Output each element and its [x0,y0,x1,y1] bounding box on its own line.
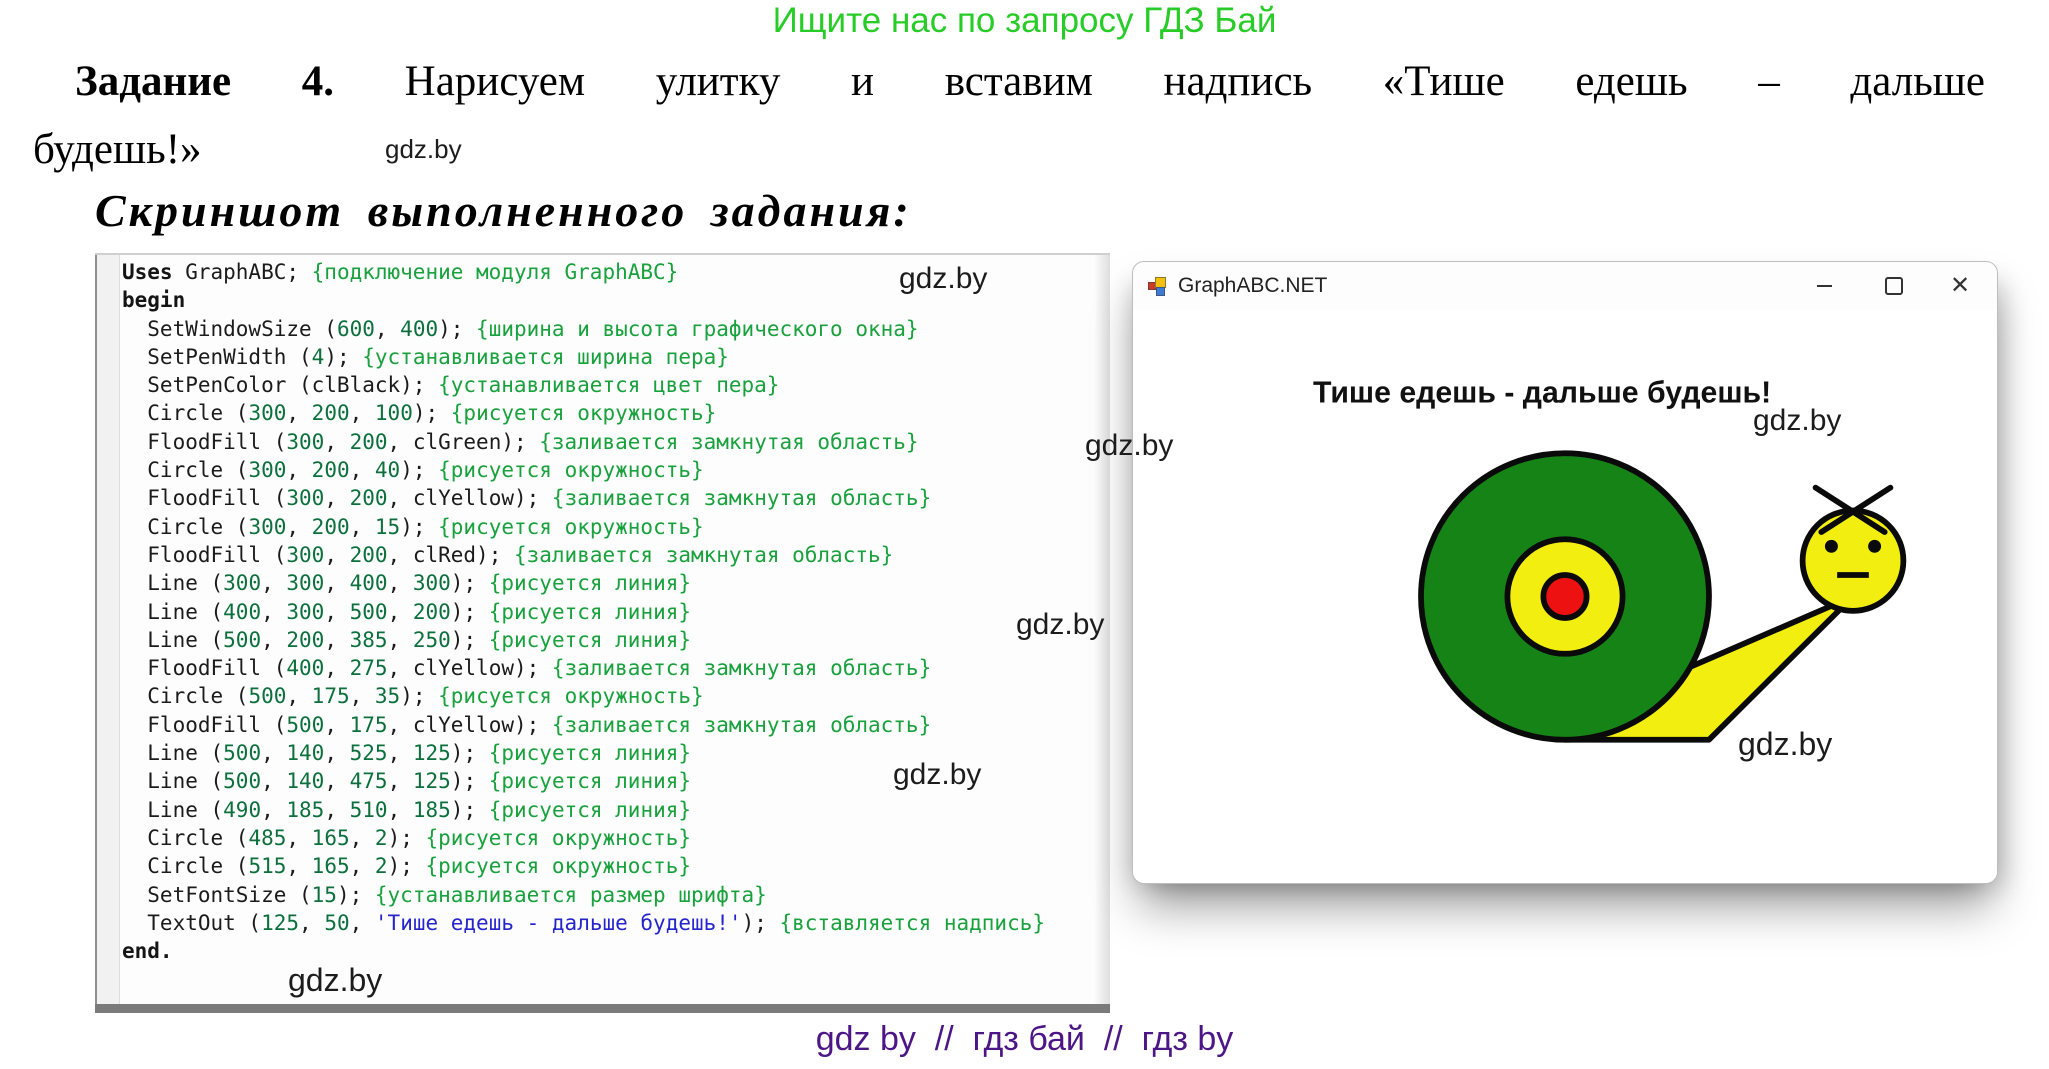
gdzby-watermark: gdz.by [1016,608,1105,641]
code-line: FloodFill (300, 200, clYellow); {заливае… [122,486,932,511]
code-line: FloodFill (300, 200, clRed); {заливается… [122,542,894,567]
code-line: FloodFill (500, 175, clYellow); {заливае… [122,712,932,737]
drawing-caption: Тише едешь - дальше будешь! [1313,376,1771,409]
task-number: Задание 4. [75,58,334,105]
close-icon: ✕ [1949,272,1971,299]
gdzby-watermark: gdz.by [899,262,988,295]
window-title: GraphABC.NET [1178,274,1328,297]
code-line: Circle (485, 165, 2); {рисуется окружнос… [122,825,692,850]
code-line: Line (490, 185, 510, 185); {рисуется лин… [122,797,692,822]
screenshot-subtitle: Скриншот выполненного задания: [95,185,912,236]
graph-canvas: Тише едешь - дальше будешь! [1133,310,1997,883]
code-line: end. [122,939,173,964]
code-line: Circle (300, 200, 15); {рисуется окружно… [122,514,704,539]
maximize-icon [1885,277,1903,295]
gdzby-watermark: gdz.by [893,758,982,791]
gdzby-watermark: gdz.by [1738,726,1833,762]
top-banner: Ищите нас по запросу ГДЗ Бай [772,1,1277,40]
task-paragraph: Задание 4. Нарисуем улитку и вставим над… [33,48,1985,184]
window-titlebar[interactable]: GraphABC.NET ✕ [1133,262,1997,310]
snail-drawing: Тише едешь - дальше будешь! [1313,376,1907,743]
code-line: SetWindowSize (600, 400); {ширина и высо… [122,316,919,341]
close-button[interactable]: ✕ [1929,262,1991,310]
graphabc-window: GraphABC.NET ✕ Тише едешь - дальше будеш… [1132,261,1998,884]
code-line: Line (400, 300, 500, 200); {рисуется лин… [122,599,692,624]
snail-head [1799,507,1907,614]
code-lines: Uses GraphABC; {подключение модуля Graph… [122,258,1045,965]
code-line: SetPenColor (clBlack); {устанавливается … [122,373,780,398]
code-line: Line (500, 200, 385, 250); {рисуется лин… [122,627,692,652]
footer-tags: gdz by // гдз бай // гдз by [815,1020,1234,1058]
code-line: SetPenWidth (4); {устанавливается ширина… [122,344,729,369]
icon-blue-square [1156,287,1165,296]
gdzby-watermark: gdz.by [1085,429,1174,462]
eye-right [1868,539,1882,553]
gdzby-watermark: gdz.by [288,962,383,998]
code-line: Circle (515, 165, 2); {рисуется окружнос… [122,854,692,879]
snail-shell-core [1540,572,1590,621]
minimize-icon [1816,285,1832,287]
code-line: FloodFill (300, 200, clGreen); {заливает… [122,429,919,454]
graphabc-app-icon[interactable] [1147,276,1167,296]
code-line: FloodFill (400, 275, clYellow); {заливае… [122,656,932,681]
task-line-1: Задание 4. Нарисуем улитку и вставим над… [33,48,1985,116]
gdzby-watermark: gdz.by [1753,404,1842,437]
code-line: Circle (300, 200, 100); {рисуется окружн… [122,401,717,426]
maximize-button[interactable] [1859,262,1929,310]
window-controls: ✕ [1789,262,1997,310]
code-line: SetFontSize (15); {устанавливается разме… [122,882,767,907]
task-text: Нарисуем улитку и вставим надпись «Тише … [404,58,1985,105]
editor-gutter [95,255,120,1004]
code-line: Circle (500, 175, 35); {рисуется окружно… [122,684,704,709]
code-editor-screenshot: Uses GraphABC; {подключение модуля Graph… [95,253,1110,1013]
gdzby-watermark: gdz.by [385,134,462,164]
code-line: Line (300, 300, 400, 300); {рисуется лин… [122,571,692,596]
task-line-2: будешь!» [33,126,202,173]
code-line: TextOut (125, 50, 'Тише едешь - дальше б… [122,910,1046,935]
minimize-button[interactable] [1789,262,1859,310]
eye-left [1824,539,1838,553]
code-line: Circle (300, 200, 40); {рисуется окружно… [122,458,704,483]
page: Ищите нас по запросу ГДЗ Бай Задание 4. … [0,0,2049,1069]
